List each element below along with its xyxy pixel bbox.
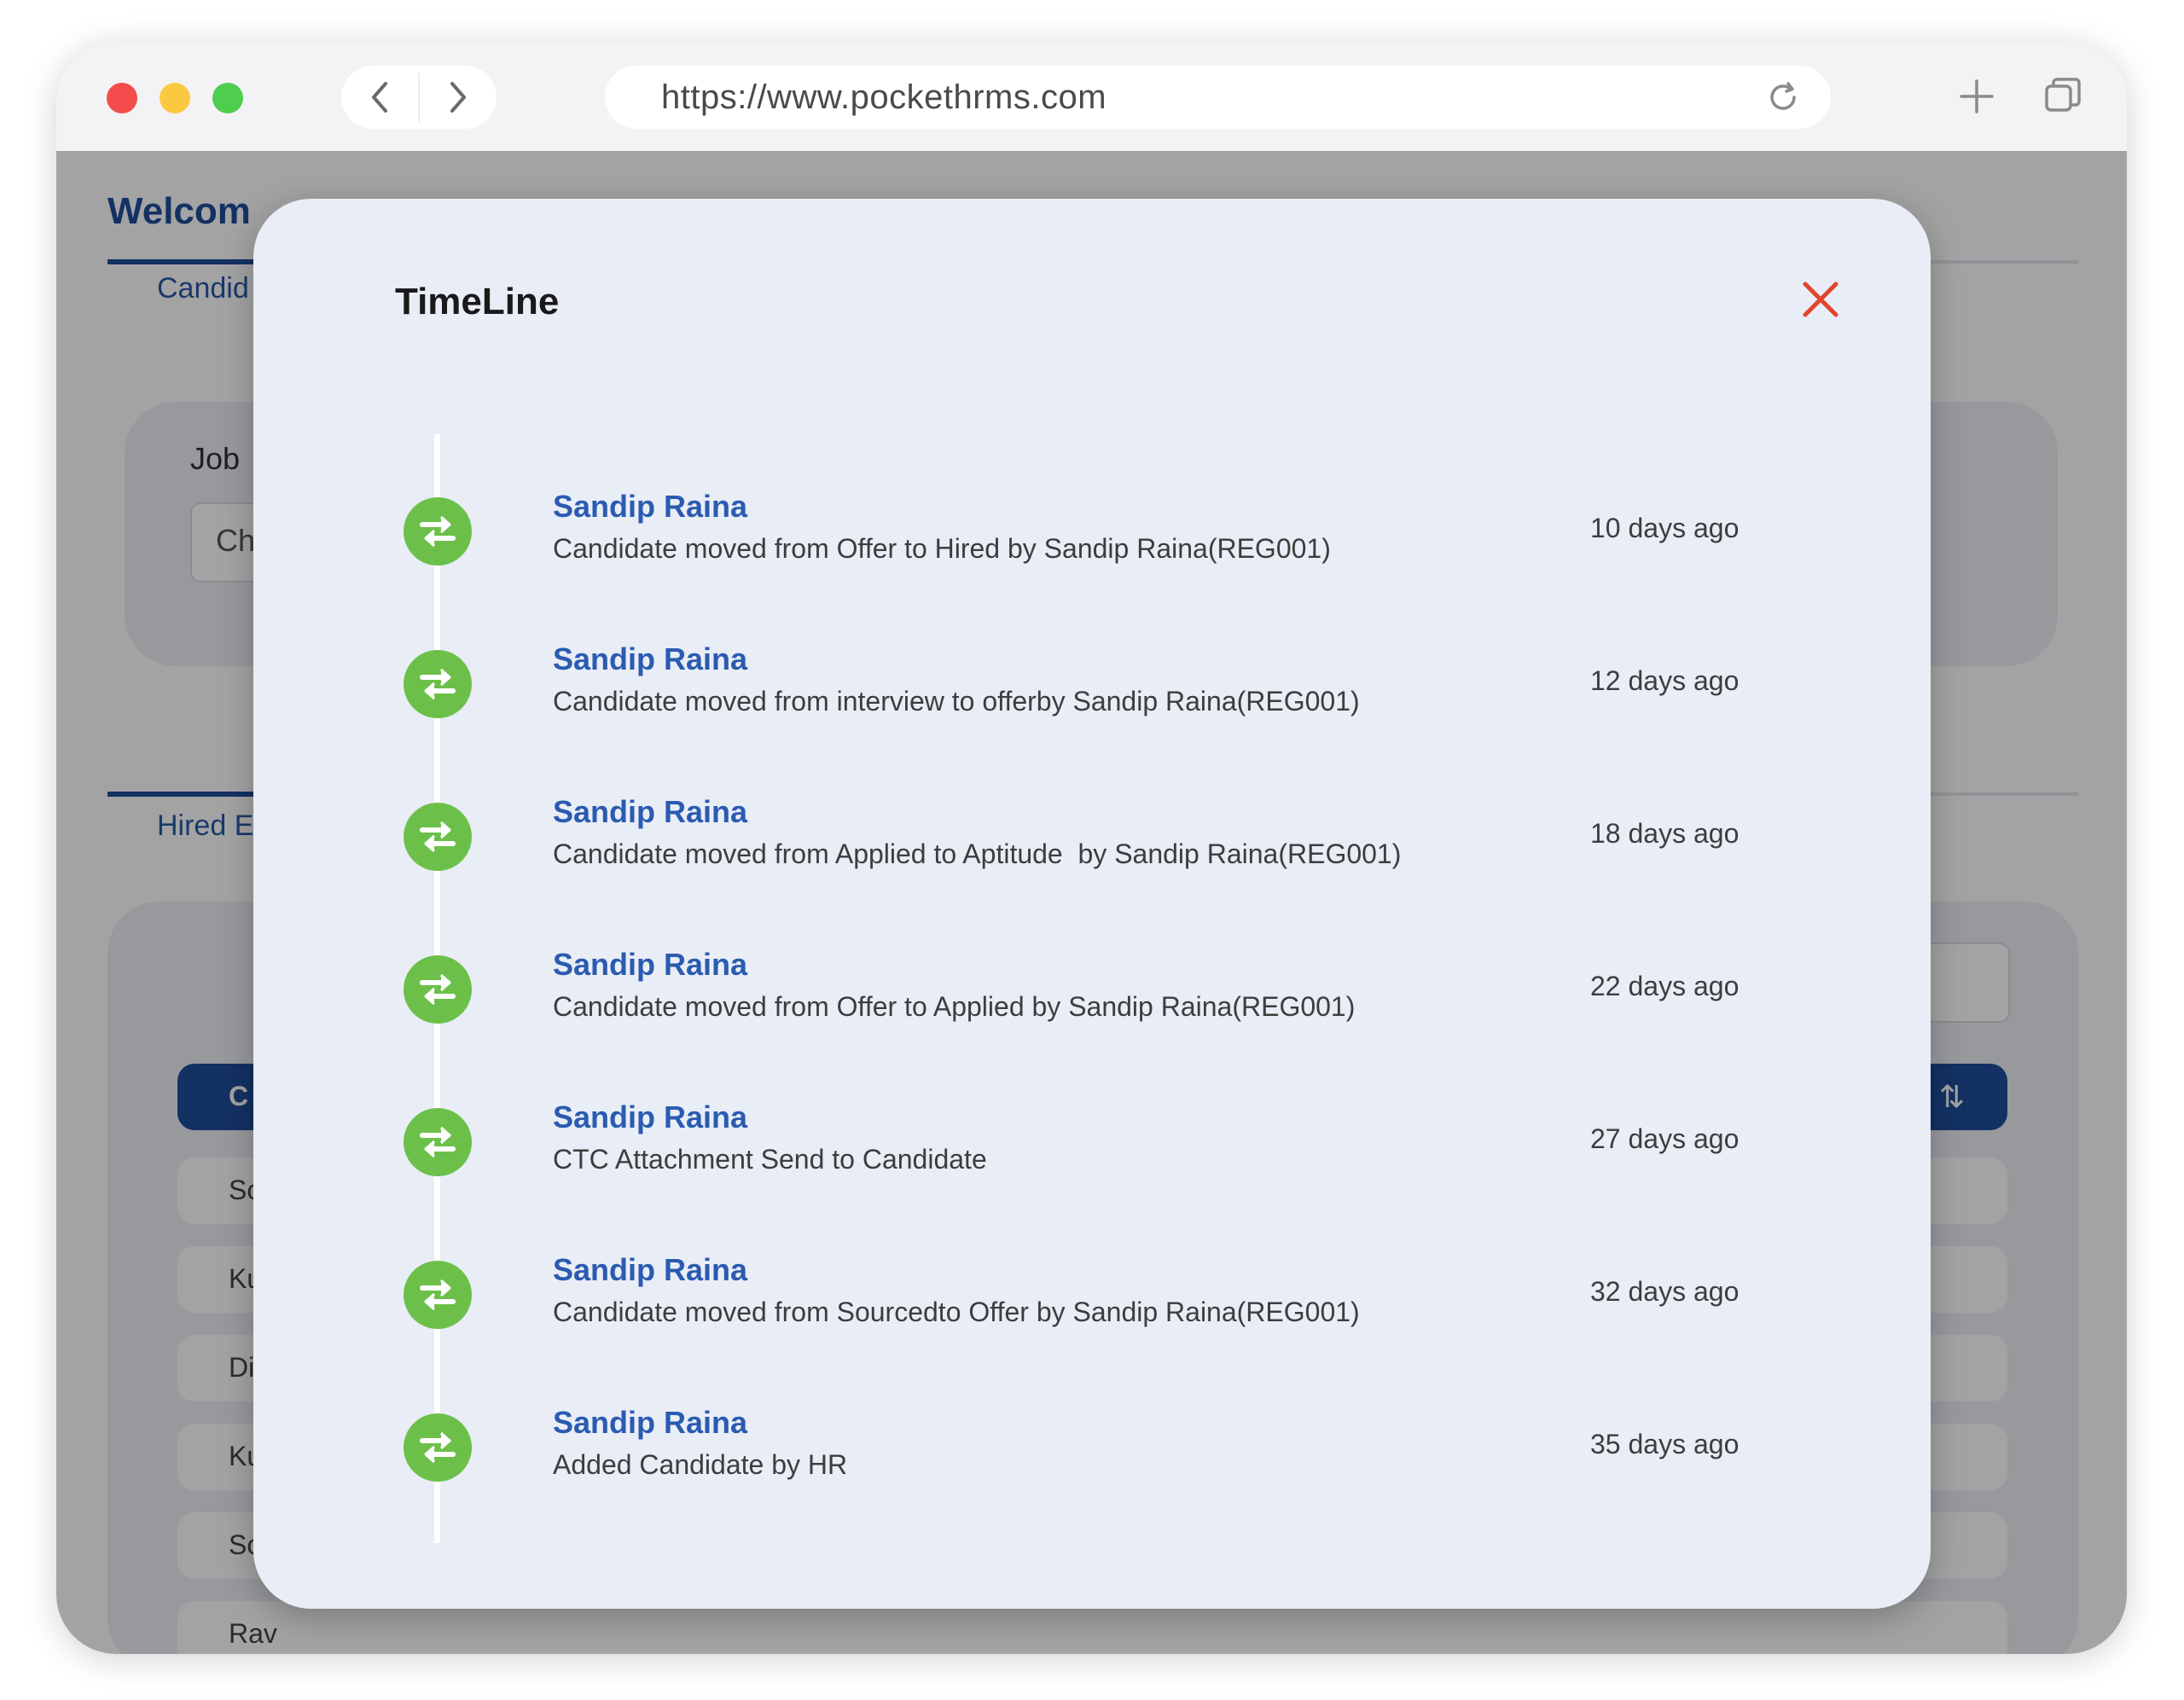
- entry-time: 32 days ago: [1590, 1276, 1740, 1307]
- entry-name[interactable]: Sandip Raina: [553, 1252, 747, 1288]
- transfer-arrows-icon: [404, 497, 472, 566]
- entry-description: Candidate moved from Sourcedto Offer by …: [553, 1297, 1360, 1327]
- entry-time: 35 days ago: [1590, 1429, 1740, 1459]
- back-button[interactable]: [341, 66, 418, 129]
- entry-description: Added Candidate by HR: [553, 1449, 848, 1480]
- entry-name[interactable]: Sandip Raina: [553, 1405, 747, 1441]
- browser-toolbar: https://www.pockethrms.com: [56, 42, 2127, 151]
- transfer-arrows-icon: [404, 955, 472, 1024]
- chevron-left-icon: [372, 82, 387, 113]
- entry-time: 10 days ago: [1590, 513, 1740, 543]
- entry-name[interactable]: Sandip Raina: [553, 1099, 747, 1135]
- timeline-entry: Sandip Raina Candidate moved from Offer …: [253, 480, 1931, 583]
- entry-time: 22 days ago: [1590, 971, 1740, 1001]
- window-minimize-dot[interactable]: [160, 83, 190, 113]
- transfer-arrows-icon: [404, 650, 472, 718]
- entry-name[interactable]: Sandip Raina: [553, 947, 747, 983]
- timeline-entry: Sandip Raina Candidate moved from Applie…: [253, 786, 1931, 888]
- timeline-entry: Sandip Raina Candidate moved from Source…: [253, 1244, 1931, 1346]
- timeline-entry: Sandip Raina Candidate moved from Offer …: [253, 938, 1931, 1041]
- new-tab-icon[interactable]: [1956, 76, 1997, 117]
- url-text: https://www.pockethrms.com: [661, 78, 1107, 116]
- entry-name[interactable]: Sandip Raina: [553, 641, 747, 677]
- entry-time: 12 days ago: [1590, 665, 1740, 696]
- transfer-arrows-icon: [404, 1261, 472, 1329]
- entry-description: Candidate moved from interview to offerb…: [553, 686, 1360, 717]
- timeline-modal: TimeLine Sandip Raina Candidate moved fr…: [253, 199, 1931, 1609]
- transfer-arrows-icon: [404, 1413, 472, 1482]
- chevron-right-icon: [450, 82, 466, 113]
- transfer-arrows-icon: [404, 1108, 472, 1176]
- window-close-dot[interactable]: [107, 83, 137, 113]
- entry-time: 27 days ago: [1590, 1123, 1740, 1154]
- entry-description: Candidate moved from Offer to Applied by…: [553, 991, 1356, 1022]
- close-icon[interactable]: [1800, 279, 1841, 320]
- entry-time: 18 days ago: [1590, 818, 1740, 849]
- tabs-overview-icon[interactable]: [2042, 74, 2084, 117]
- entry-name[interactable]: Sandip Raina: [553, 489, 747, 525]
- forward-button[interactable]: [420, 66, 497, 129]
- reload-icon[interactable]: [1766, 80, 1800, 114]
- timeline-entry: Sandip Raina CTC Attachment Send to Cand…: [253, 1091, 1931, 1193]
- entry-name[interactable]: Sandip Raina: [553, 794, 747, 830]
- modal-title: TimeLine: [395, 281, 560, 322]
- entry-description: CTC Attachment Send to Candidate: [553, 1144, 987, 1175]
- transfer-arrows-icon: [404, 803, 472, 871]
- nav-buttons: [341, 66, 497, 129]
- entry-description: Candidate moved from Applied to Aptitude…: [553, 838, 1402, 869]
- entry-description: Candidate moved from Offer to Hired by S…: [553, 533, 1331, 564]
- address-bar[interactable]: https://www.pockethrms.com: [605, 66, 1831, 129]
- timeline-entry: Sandip Raina Candidate moved from interv…: [253, 633, 1931, 735]
- timeline-entry: Sandip Raina Added Candidate by HR 35 da…: [253, 1396, 1931, 1499]
- window-maximize-dot[interactable]: [212, 83, 243, 113]
